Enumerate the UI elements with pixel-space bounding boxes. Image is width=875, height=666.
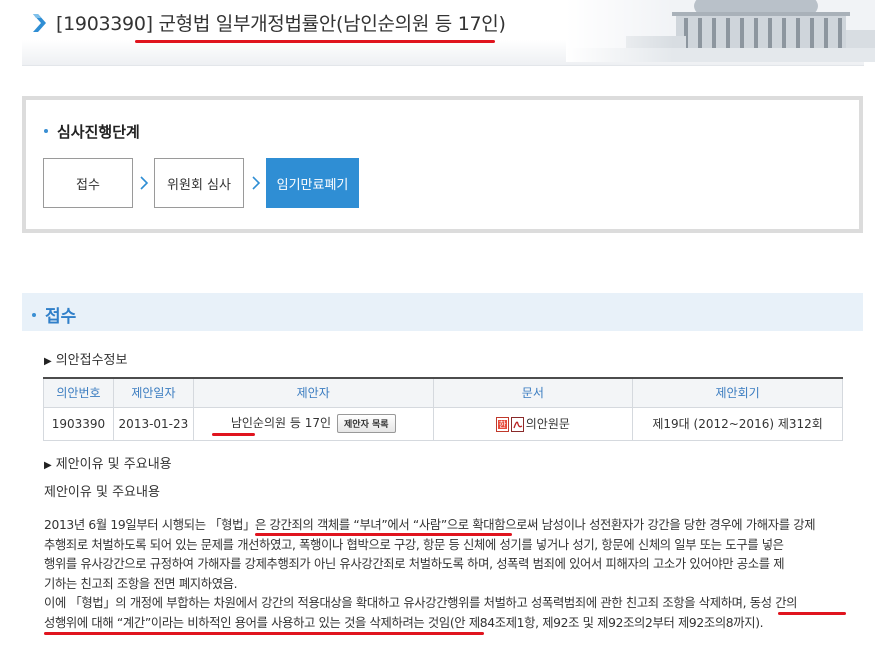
bill-info-table: 의안번호 제안일자 제안자 문서 제안회기 1903390 2013-01-23… — [43, 377, 843, 441]
bill-title: [1903390] 군형법 일부개정법률안(남인순의원 등 17인) — [56, 13, 506, 35]
proposer-list-button[interactable]: 제안자 목록 — [337, 414, 396, 433]
reason-label: 제안이유 및 주요내용 — [44, 485, 160, 500]
document-cell: 한 의안원문 — [432, 406, 634, 441]
text-underline — [255, 533, 512, 536]
step-received[interactable]: 접수 — [43, 158, 133, 208]
progress-panel: 심사진행단계 접수 위원회 심사 임기만료폐기 — [22, 96, 863, 233]
step-arrow-icon — [140, 176, 149, 190]
col-document: 문서 — [432, 377, 634, 408]
col-session: 제안회기 — [632, 377, 843, 408]
table-row: 1903390 2013-01-23 남인순의원 등 17인 제안자 목록 한 의안… — [43, 406, 843, 441]
section-header-received: 접수 — [22, 293, 863, 331]
step-expired-discarded[interactable]: 임기만료폐기 — [266, 158, 359, 208]
reason-line: 이에 「형법」의 개정에 부합하는 차원에서 강간의 적용대상을 확대하고 유사… — [44, 596, 798, 611]
reason-line: 성행위에 대해 “계간”이라는 비하적인 용어를 사용하고 있는 것을 삭제하려… — [44, 615, 764, 630]
proposer-link[interactable]: 남인순의원 등 17인 — [231, 416, 331, 430]
section-heading: 접수 — [32, 302, 76, 327]
pdf-file-icon[interactable] — [510, 417, 524, 432]
reason-line: 행위를 유사강간으로 규정하여 가해자를 강제추행죄가 아닌 유사강간죄로 처벌… — [44, 557, 785, 572]
reason-subtitle: ▶ 제안이유 및 주요내용 — [44, 457, 172, 472]
table-header-row: 의안번호 제안일자 제안자 문서 제안회기 — [43, 377, 843, 408]
assembly-building-image — [566, 0, 875, 62]
text-underline — [44, 632, 484, 635]
bill-no-cell: 1903390 — [43, 406, 114, 441]
document-link[interactable]: 의안원문 — [526, 417, 570, 431]
bill-info-subtitle: ▶ 의안접수정보 — [44, 353, 128, 368]
col-bill-no: 의안번호 — [43, 377, 114, 408]
page-header: [1903390] 군형법 일부개정법률안(남인순의원 등 17인) — [0, 0, 875, 66]
col-proposer: 제안자 — [192, 377, 434, 408]
text-underline — [778, 612, 846, 615]
progress-heading: 심사진행단계 — [44, 121, 140, 142]
step-committee-review[interactable]: 위원회 심사 — [154, 158, 244, 208]
session-cell: 제19대 (2012~2016) 제312회 — [632, 406, 843, 441]
col-date: 제안일자 — [112, 377, 194, 408]
svg-text:한: 한 — [499, 421, 507, 430]
step-arrow-icon — [252, 176, 261, 190]
proposer-underline — [212, 433, 255, 436]
title-underline — [135, 40, 495, 43]
reason-line: 추행죄로 처벌하도록 되어 있는 문제를 개선하였고, 폭행이나 협박으로 구강… — [44, 537, 784, 552]
chevron-right-icon — [33, 14, 46, 32]
reason-line: 기하는 친고죄 조항을 전면 폐지하였음. — [44, 576, 238, 591]
hwp-file-icon[interactable]: 한 — [495, 417, 509, 432]
date-cell: 2013-01-23 — [112, 406, 194, 441]
